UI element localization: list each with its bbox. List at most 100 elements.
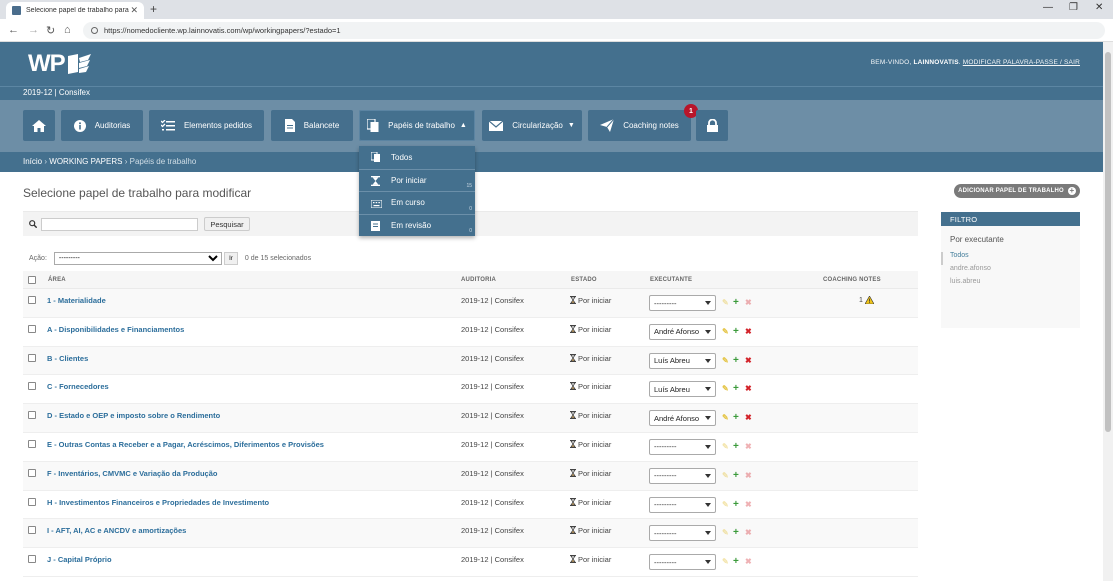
remove-x-icon[interactable]: ✖ — [745, 442, 752, 451]
row-checkbox[interactable] — [28, 324, 36, 333]
nav-papeis-button[interactable]: Papéis de trabalho ▲ — [359, 110, 475, 141]
close-window-icon[interactable]: ✕ — [1095, 2, 1103, 13]
add-plus-icon[interactable]: + — [733, 470, 739, 480]
filter-option-andre[interactable]: andre.afonso — [950, 265, 1080, 278]
dropdown-item-todos[interactable]: Todos — [359, 146, 475, 169]
edit-pencil-icon[interactable]: ✎ — [722, 558, 729, 566]
search-button[interactable]: Pesquisar — [204, 217, 250, 231]
row-checkbox[interactable] — [28, 439, 36, 448]
nav-lock-button[interactable] — [696, 110, 728, 141]
add-plus-icon[interactable]: + — [733, 557, 739, 567]
executante-select[interactable]: --------- — [649, 467, 716, 484]
edit-pencil-icon[interactable]: ✎ — [722, 327, 729, 336]
remove-x-icon[interactable]: ✖ — [745, 414, 752, 422]
nav-circularizacao-button[interactable]: Circularização ▼ — [482, 110, 582, 141]
executante-select[interactable]: André Afonso — [649, 410, 716, 427]
row-checkbox[interactable] — [28, 526, 36, 535]
edit-pencil-icon[interactable]: ✎ — [722, 385, 729, 393]
area-link[interactable]: H - Investimentos Financeiros e Propried… — [47, 498, 269, 507]
row-checkbox[interactable] — [28, 382, 36, 391]
add-plus-icon[interactable]: + — [733, 326, 739, 336]
edit-pencil-icon[interactable]: ✎ — [722, 442, 729, 451]
action-select[interactable]: --------- — [53, 252, 222, 265]
area-link[interactable]: E - Outras Contas a Receber e a Pagar, A… — [47, 440, 324, 449]
site-info-icon[interactable] — [91, 27, 98, 34]
back-icon[interactable]: ← — [8, 24, 19, 36]
nav-balancete-button[interactable]: Balancete — [271, 110, 353, 141]
row-checkbox[interactable] — [28, 353, 36, 362]
add-plus-icon[interactable]: + — [733, 413, 739, 423]
minimize-icon[interactable]: — — [1043, 2, 1053, 13]
nav-auditorias-button[interactable]: Auditorias — [61, 110, 143, 141]
edit-pencil-icon[interactable]: ✎ — [722, 529, 729, 537]
forward-icon[interactable]: → — [28, 24, 39, 36]
filter-option-luis[interactable]: luis.abreu — [950, 278, 1080, 291]
area-link[interactable]: F - Inventários, CMVMC e Variação da Pro… — [47, 469, 217, 478]
area-link[interactable]: C - Fornecedores — [47, 382, 109, 391]
scrollbar[interactable] — [1103, 42, 1113, 581]
column-header-estado[interactable]: ESTADO — [571, 277, 597, 283]
dropdown-item-por-iniciar[interactable]: Por iniciar 15 — [359, 168, 475, 192]
executante-select[interactable]: --------- — [649, 496, 716, 513]
close-tab-icon[interactable]: ✕ — [130, 5, 138, 16]
dropdown-item-em-curso[interactable]: Em curso 0 — [359, 191, 475, 214]
logo[interactable]: WP — [28, 50, 66, 78]
remove-x-icon[interactable]: ✖ — [745, 471, 752, 480]
add-plus-icon[interactable]: + — [733, 528, 739, 538]
remove-x-icon[interactable]: ✖ — [745, 558, 752, 566]
executante-select[interactable]: --------- — [649, 438, 716, 455]
search-input[interactable] — [41, 218, 198, 231]
browser-tab[interactable]: Selecione papel de trabalho para ✕ — [6, 2, 144, 19]
go-button[interactable]: Ir — [223, 252, 238, 265]
column-header-coaching[interactable]: COACHING NOTES — [823, 277, 881, 283]
add-working-paper-button[interactable]: ADICIONAR PAPEL DE TRABALHO + — [954, 184, 1080, 198]
restore-icon[interactable]: ❐ — [1069, 2, 1078, 13]
add-plus-icon[interactable]: + — [733, 298, 739, 308]
edit-pencil-icon[interactable]: ✎ — [722, 299, 729, 307]
row-checkbox[interactable] — [28, 497, 36, 506]
user-links[interactable]: MODIFICAR PALAVRA-PASSE / SAIR — [963, 59, 1080, 66]
executante-select[interactable]: Luís Abreu — [649, 381, 716, 398]
row-checkbox[interactable] — [28, 468, 36, 477]
row-checkbox[interactable] — [28, 411, 36, 420]
address-bar[interactable]: https://nomedocliente.wp.lainnovatis.com… — [83, 22, 1105, 39]
edit-pencil-icon[interactable]: ✎ — [722, 500, 729, 509]
area-link[interactable]: D - Estado e OEP e imposto sobre o Rendi… — [47, 411, 220, 420]
executante-select[interactable]: Luís Abreu — [649, 352, 716, 369]
edit-pencil-icon[interactable]: ✎ — [722, 356, 729, 365]
column-header-executante[interactable]: EXECUTANTE — [650, 277, 692, 283]
executante-select[interactable]: --------- — [649, 295, 716, 311]
area-link[interactable]: 1 - Materialidade — [47, 296, 106, 305]
area-link[interactable]: A - Disponibilidades e Financiamentos — [47, 325, 184, 334]
add-plus-icon[interactable]: + — [733, 441, 739, 451]
executante-select[interactable]: --------- — [649, 525, 716, 542]
area-link[interactable]: J - Capital Próprio — [47, 555, 112, 564]
filter-option-todos[interactable]: Todos — [941, 252, 1080, 265]
column-header-auditoria[interactable]: AUDITORIA — [461, 277, 496, 283]
column-header-area[interactable]: ÁREA — [48, 277, 66, 283]
add-plus-icon[interactable]: + — [733, 499, 739, 509]
row-checkbox[interactable] — [28, 296, 36, 304]
edit-pencil-icon[interactable]: ✎ — [722, 414, 729, 422]
remove-x-icon[interactable]: ✖ — [745, 299, 752, 307]
new-tab-icon[interactable]: + — [150, 2, 157, 16]
add-plus-icon[interactable]: + — [733, 355, 739, 365]
remove-x-icon[interactable]: ✖ — [745, 500, 752, 509]
edit-pencil-icon[interactable]: ✎ — [722, 471, 729, 480]
remove-x-icon[interactable]: ✖ — [745, 356, 752, 365]
breadcrumb-section[interactable]: WORKING PAPERS — [49, 157, 122, 166]
breadcrumb-home[interactable]: Início — [23, 157, 42, 166]
nav-home-button[interactable] — [23, 110, 55, 141]
remove-x-icon[interactable]: ✖ — [745, 327, 752, 336]
executante-select[interactable]: André Afonso — [649, 323, 716, 340]
coaching-notes-cell[interactable]: 1 — [859, 296, 874, 304]
home-icon[interactable]: ⌂ — [64, 24, 71, 36]
remove-x-icon[interactable]: ✖ — [745, 529, 752, 537]
area-link[interactable]: B - Clientes — [47, 354, 88, 363]
row-checkbox[interactable] — [28, 555, 36, 564]
remove-x-icon[interactable]: ✖ — [745, 385, 752, 393]
nav-elementos-button[interactable]: Elementos pedidos — [149, 110, 264, 141]
area-link[interactable]: I - AFT, AI, AC e ANCDV e amortizações — [47, 526, 186, 535]
select-all-checkbox[interactable] — [28, 276, 36, 284]
scrollbar-thumb[interactable] — [1105, 52, 1111, 432]
